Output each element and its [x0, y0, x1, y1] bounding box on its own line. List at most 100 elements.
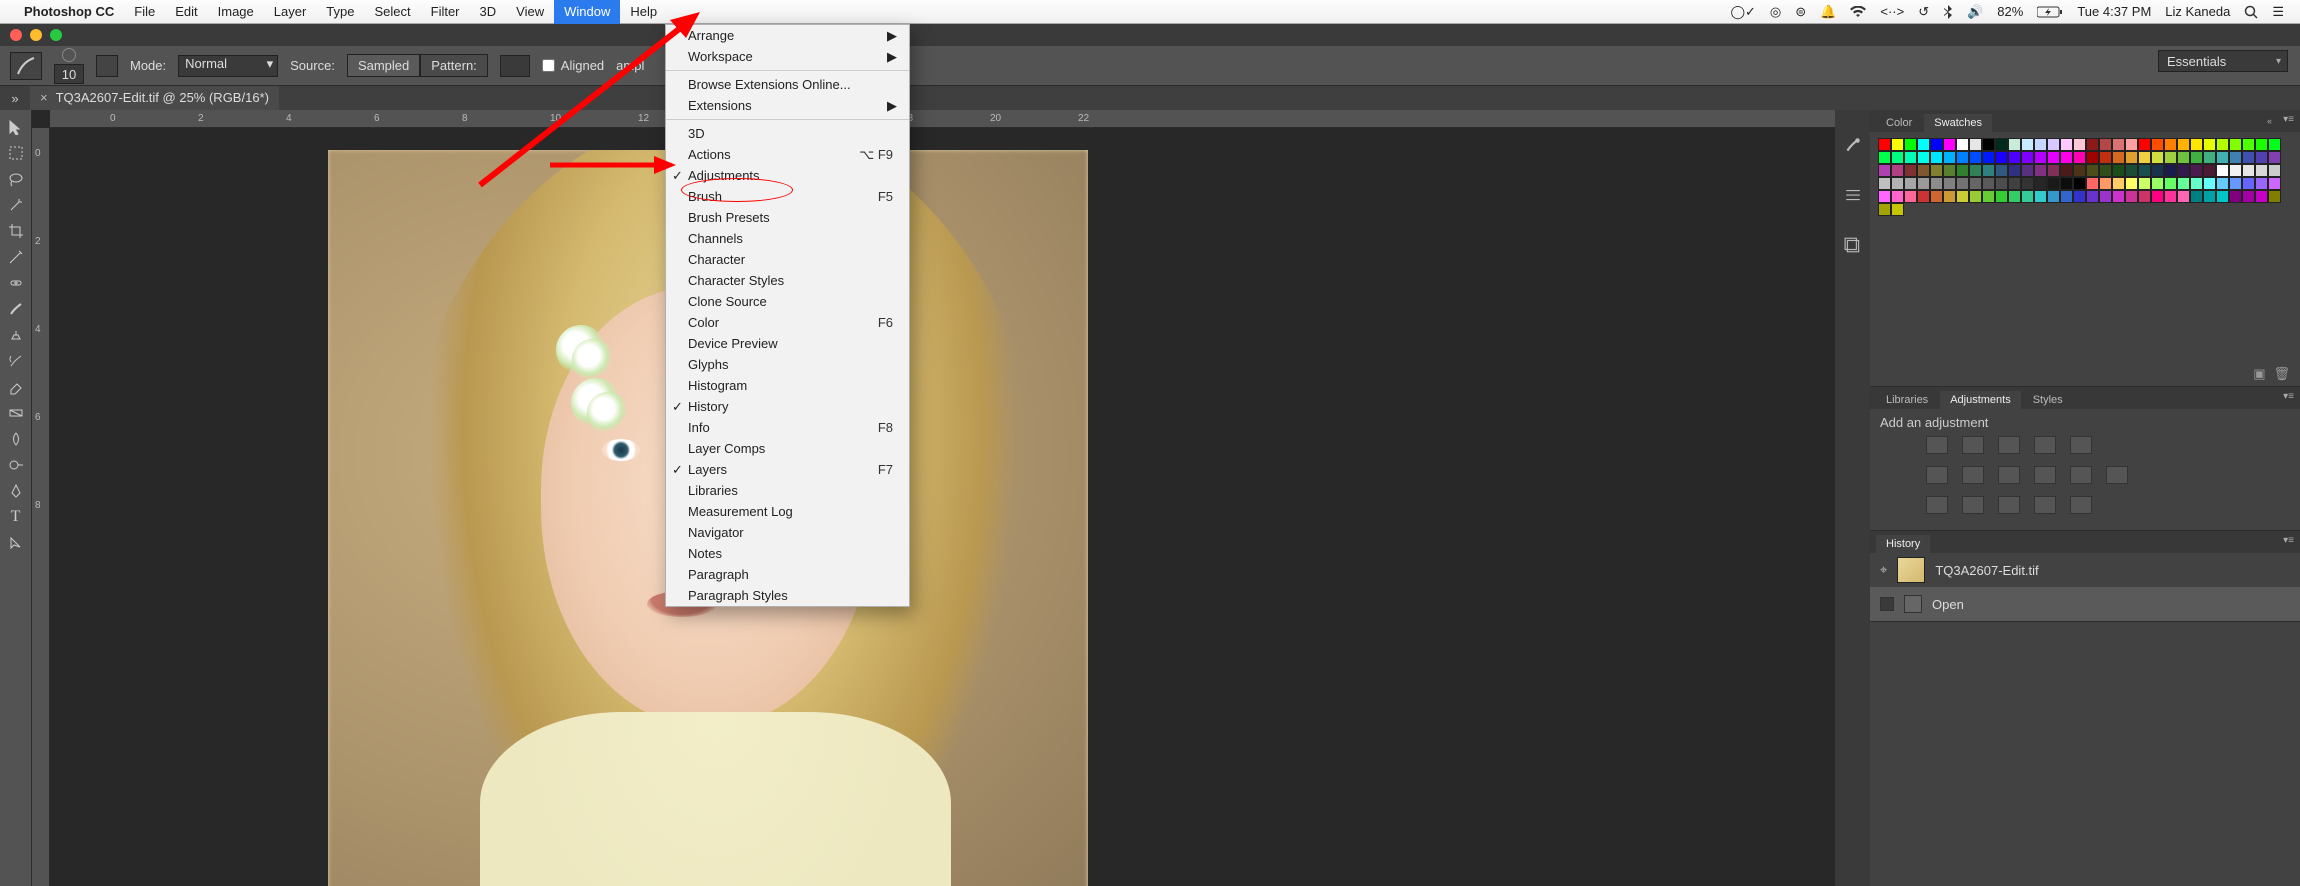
menu-edit[interactable]: Edit — [165, 0, 207, 24]
swatch[interactable] — [2086, 177, 2099, 190]
swatch[interactable] — [2151, 151, 2164, 164]
swatch[interactable] — [1891, 203, 1904, 216]
menu-item-layer-comps[interactable]: Layer Comps — [666, 438, 909, 459]
swatch[interactable] — [1969, 151, 1982, 164]
swatch[interactable] — [2268, 177, 2281, 190]
panel-collapse-icon[interactable]: « — [2267, 116, 2272, 126]
swatch[interactable] — [2086, 164, 2099, 177]
swatch[interactable] — [1930, 177, 1943, 190]
source-pattern-button[interactable]: Pattern: — [420, 54, 488, 77]
swatch[interactable] — [1878, 190, 1891, 203]
swatch[interactable] — [2125, 151, 2138, 164]
swatch[interactable] — [1878, 177, 1891, 190]
bw-icon[interactable] — [1998, 466, 2020, 484]
swatch[interactable] — [2255, 164, 2268, 177]
gradient-tool-icon[interactable] — [2, 400, 30, 426]
swatch[interactable] — [2021, 177, 2034, 190]
swatch[interactable] — [2216, 190, 2229, 203]
swatch[interactable] — [1943, 177, 1956, 190]
cc-cloud-icon[interactable]: ◎ — [1770, 4, 1781, 20]
menu-layer[interactable]: Layer — [264, 0, 317, 24]
swatch[interactable] — [1943, 190, 1956, 203]
menu-item-libraries[interactable]: Libraries — [666, 480, 909, 501]
swatch[interactable] — [2047, 177, 2060, 190]
panel-menu-icon[interactable]: ▾≡ — [2283, 391, 2294, 402]
swatch[interactable] — [2242, 177, 2255, 190]
swatch[interactable] — [2008, 177, 2021, 190]
swatch[interactable] — [2125, 138, 2138, 151]
timemachine-icon[interactable]: ↺ — [1918, 4, 1929, 20]
swatch[interactable] — [2073, 151, 2086, 164]
path-selection-tool-icon[interactable] — [2, 530, 30, 556]
checkmark-circle-icon[interactable]: ◯✓ — [1730, 4, 1755, 20]
swatch[interactable] — [2203, 151, 2216, 164]
swatch[interactable] — [1995, 177, 2008, 190]
swatch[interactable] — [2060, 138, 2073, 151]
swatch[interactable] — [1917, 177, 1930, 190]
swatch[interactable] — [2008, 164, 2021, 177]
swatch[interactable] — [2060, 164, 2073, 177]
swatch[interactable] — [2164, 177, 2177, 190]
swatch[interactable] — [1969, 164, 1982, 177]
swatch[interactable] — [2203, 138, 2216, 151]
swatch[interactable] — [2021, 138, 2034, 151]
swatch[interactable] — [2047, 138, 2060, 151]
swatch[interactable] — [2047, 190, 2060, 203]
swatch[interactable] — [1904, 151, 1917, 164]
swatch[interactable] — [2255, 190, 2268, 203]
swatch[interactable] — [2242, 190, 2255, 203]
swatch[interactable] — [2203, 190, 2216, 203]
swatch[interactable] — [1917, 138, 1930, 151]
eraser-tool-icon[interactable] — [2, 374, 30, 400]
swatch[interactable] — [2099, 151, 2112, 164]
panel-menu-icon[interactable]: ▾≡ — [2283, 114, 2294, 125]
menu-item-brush-presets[interactable]: Brush Presets — [666, 207, 909, 228]
swatch[interactable] — [2164, 164, 2177, 177]
menu-item-extensions[interactable]: Extensions▶ — [666, 95, 909, 116]
swatch[interactable] — [1956, 177, 1969, 190]
swatch[interactable] — [2073, 190, 2086, 203]
tab-color[interactable]: Color — [1876, 114, 1922, 132]
swatch[interactable] — [1982, 138, 1995, 151]
swatch[interactable] — [2021, 151, 2034, 164]
swatch[interactable] — [2268, 138, 2281, 151]
swatch[interactable] — [2138, 151, 2151, 164]
swatch[interactable] — [2034, 164, 2047, 177]
swatch[interactable] — [1904, 177, 1917, 190]
swatch[interactable] — [1995, 164, 2008, 177]
menu-item-info[interactable]: InfoF8 — [666, 417, 909, 438]
swatch[interactable] — [2099, 138, 2112, 151]
blend-mode-select[interactable]: Normal▾ — [178, 55, 278, 77]
swatch[interactable] — [2073, 138, 2086, 151]
swatch[interactable] — [2021, 190, 2034, 203]
source-sampled-button[interactable]: Sampled — [347, 54, 420, 77]
history-snapshot-row[interactable]: ⌖ TQ3A2607-Edit.tif — [1870, 553, 2300, 587]
tab-swatches[interactable]: Swatches — [1924, 114, 1992, 132]
healing-brush-tool-icon[interactable] — [2, 270, 30, 296]
swatch[interactable] — [2073, 164, 2086, 177]
swatch[interactable] — [2008, 151, 2021, 164]
swatch[interactable] — [1982, 177, 1995, 190]
swatch[interactable] — [2099, 190, 2112, 203]
panel-menu-icon[interactable]: ▾≡ — [2283, 535, 2294, 546]
swatch[interactable] — [1982, 190, 1995, 203]
history-step-row[interactable]: Open — [1870, 587, 2300, 621]
battery-charging-icon[interactable] — [2037, 6, 2063, 18]
swatch[interactable] — [2190, 151, 2203, 164]
swatch[interactable] — [2086, 138, 2099, 151]
brush-shape-icon[interactable] — [62, 48, 76, 62]
swatch[interactable] — [2216, 138, 2229, 151]
zoom-window-button[interactable] — [50, 29, 62, 41]
notifications-icon[interactable]: 🔔 — [1820, 4, 1836, 20]
swatch[interactable] — [2034, 177, 2047, 190]
levels-icon[interactable] — [1962, 436, 1984, 454]
swatch[interactable] — [2125, 164, 2138, 177]
swatch[interactable] — [2242, 138, 2255, 151]
channel-mixer-icon[interactable] — [2070, 466, 2092, 484]
move-tool-icon[interactable] — [2, 114, 30, 140]
swatch[interactable] — [2164, 138, 2177, 151]
swatch[interactable] — [1969, 190, 1982, 203]
swatch[interactable] — [2164, 151, 2177, 164]
swatch[interactable] — [2177, 190, 2190, 203]
menu-file[interactable]: File — [124, 0, 165, 24]
